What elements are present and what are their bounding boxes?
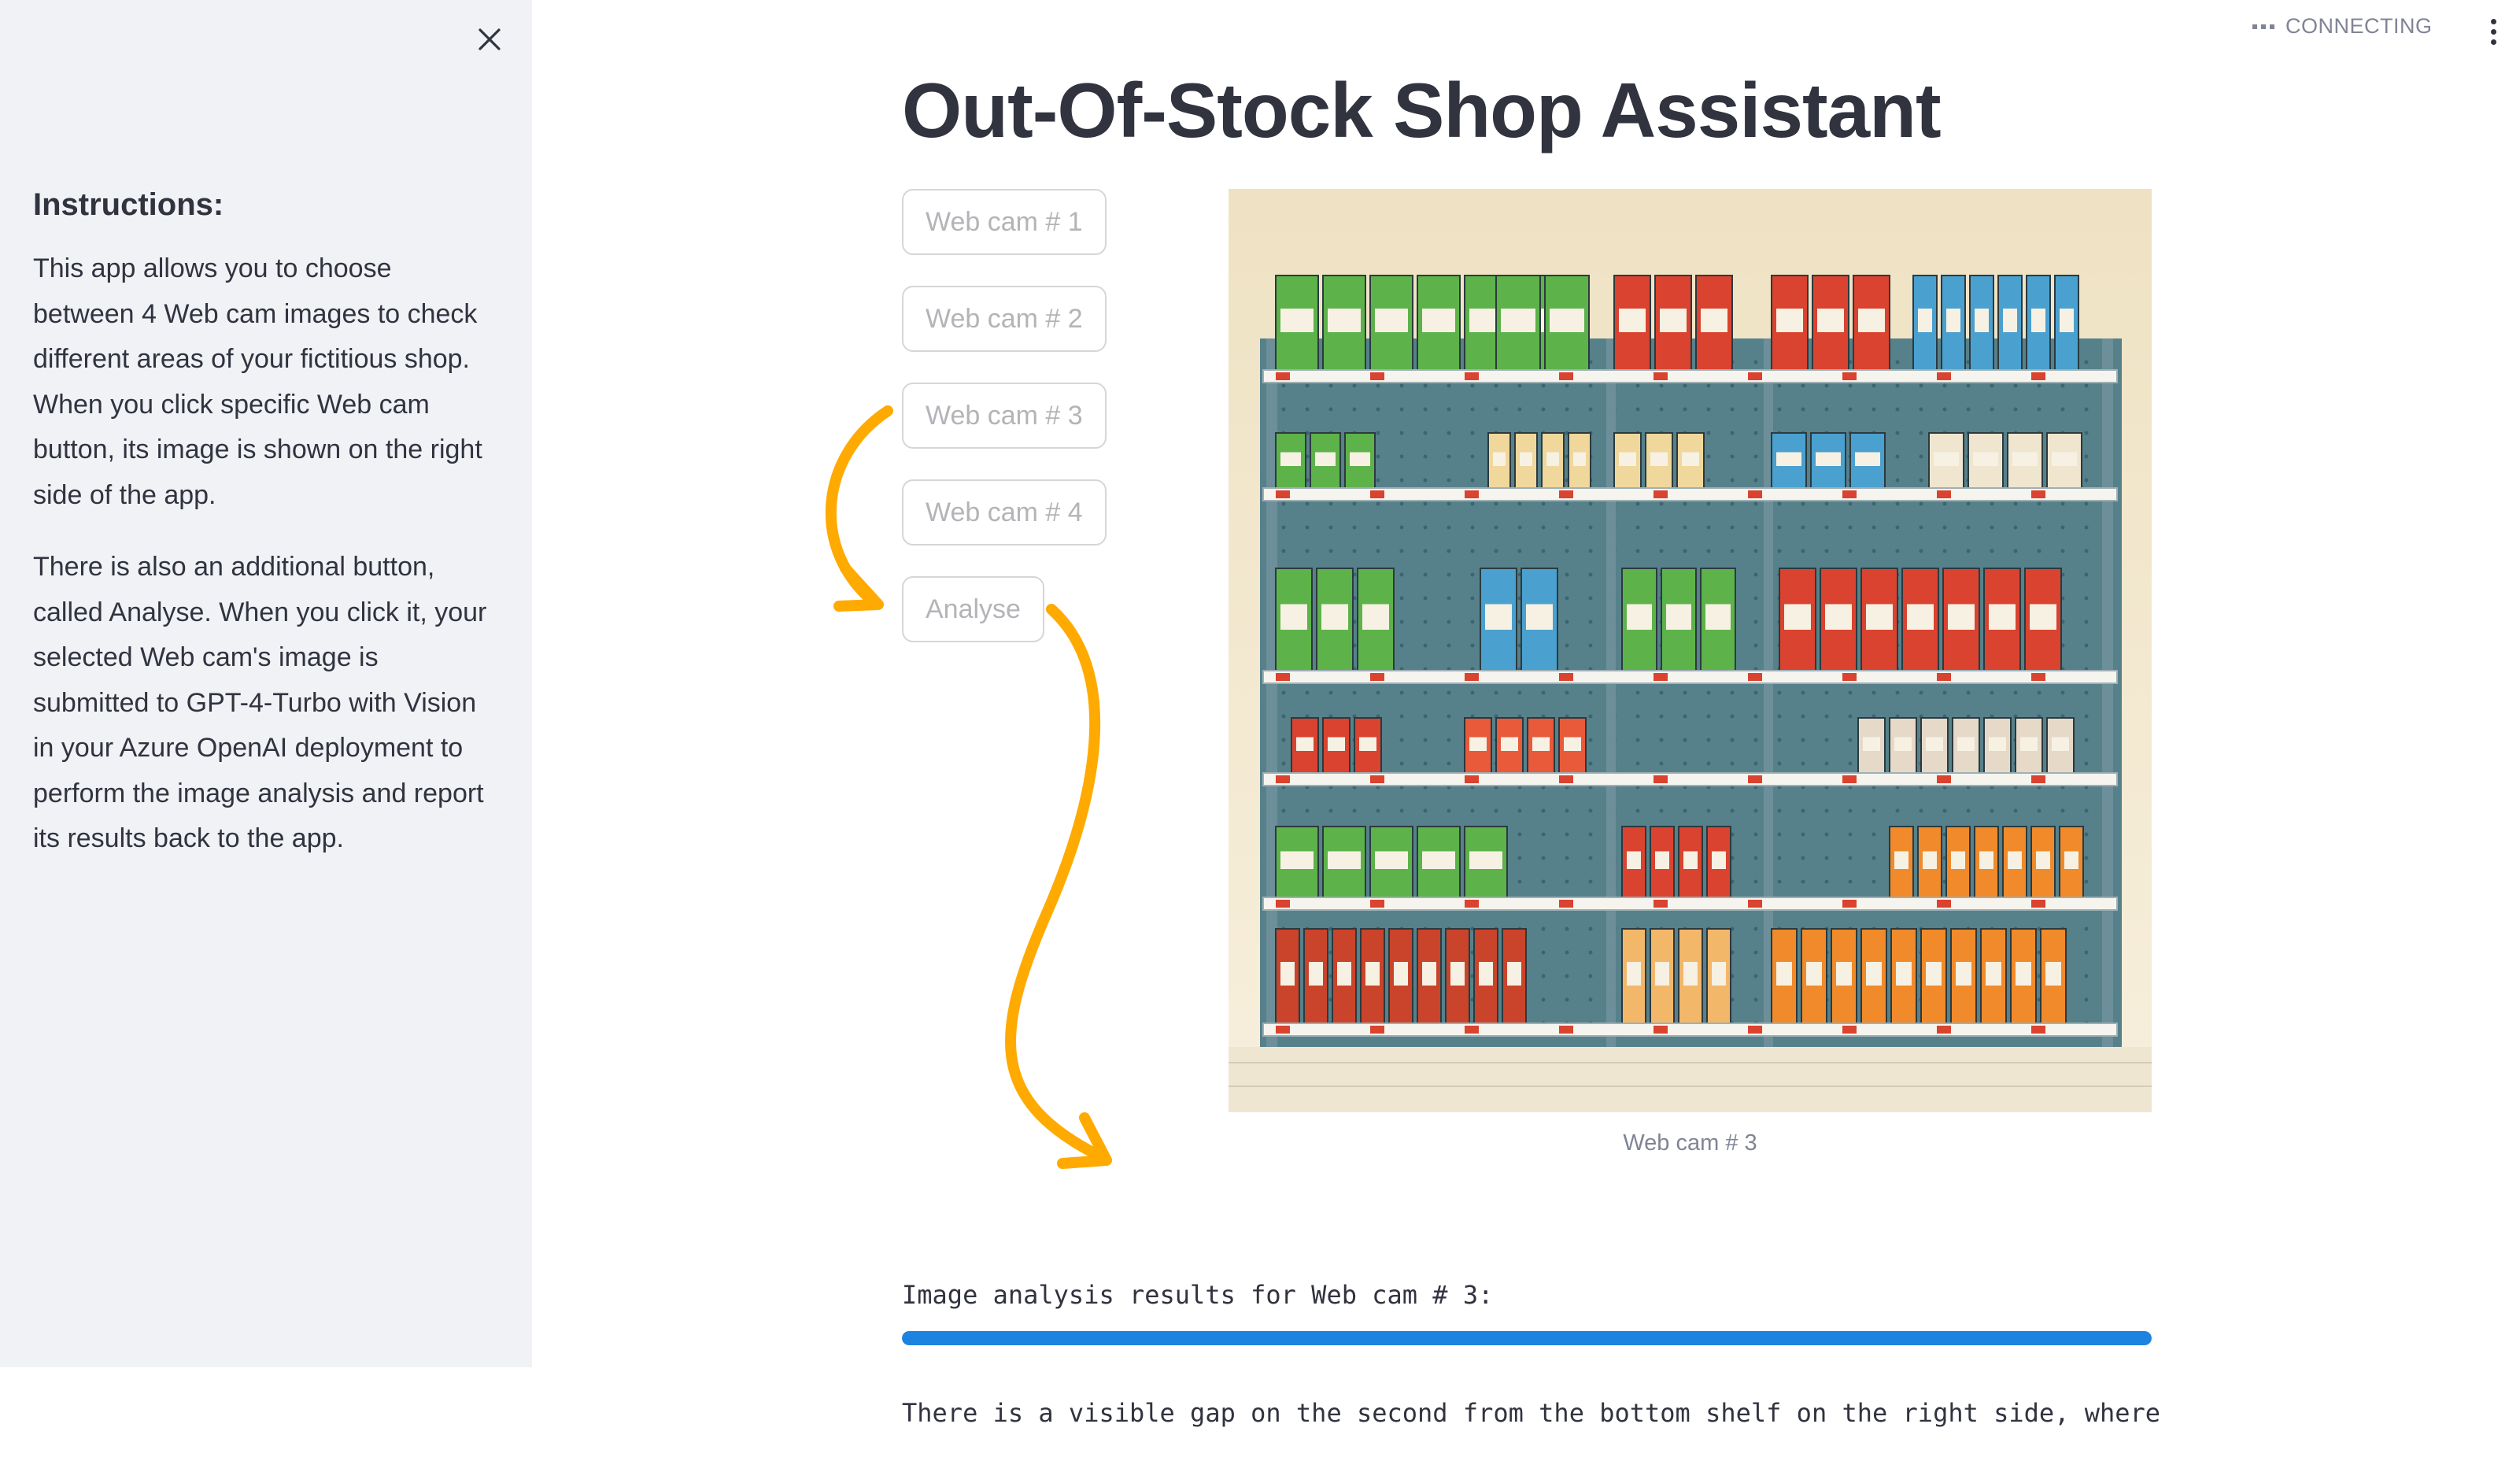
- webcam-1-button[interactable]: Web cam # 1: [902, 189, 1107, 255]
- instructions-paragraph-1: This app allows you to choose between 4 …: [33, 253, 482, 510]
- webcam-4-button[interactable]: Web cam # 4: [902, 479, 1107, 546]
- analyse-button[interactable]: Analyse: [902, 576, 1044, 642]
- webcam-image-caption: Web cam # 3: [1623, 1130, 1757, 1156]
- webcam-2-button[interactable]: Web cam # 2: [902, 286, 1107, 352]
- webcam-image: [1229, 189, 2152, 1112]
- connection-status: CONNECTING: [2252, 14, 2433, 39]
- instructions-heading: Instructions:: [33, 187, 224, 222]
- webcam-3-button[interactable]: Web cam # 3: [902, 383, 1107, 449]
- page-title: Out-Of-Stock Shop Assistant: [902, 67, 1942, 153]
- close-sidebar-button[interactable]: [467, 17, 512, 61]
- results-line-1: Image analysis results for Web cam # 3:: [902, 1280, 1494, 1310]
- arrow-to-analyse-icon: [825, 405, 893, 608]
- progress-bar-fill: [902, 1331, 2152, 1345]
- sidebar: Instructions: This app allows you to cho…: [0, 0, 532, 1367]
- close-icon: [479, 28, 501, 50]
- progress-bar: [902, 1331, 2152, 1345]
- connection-status-label: CONNECTING: [2285, 14, 2433, 38]
- instructions-paragraph-2: There is also an additional button, call…: [33, 552, 487, 853]
- arrow-to-results-icon: [1005, 604, 1107, 1163]
- status-dots-icon: [2252, 24, 2274, 29]
- instructions-panel: Instructions: This app allows you to cho…: [33, 187, 497, 889]
- main-menu-button[interactable]: [2479, 16, 2507, 47]
- arrow-to-results-head-icon: [1057, 1112, 1112, 1169]
- store-shelf-illustration: [1229, 189, 2152, 1112]
- arrow-to-analyse-head-icon: [833, 563, 884, 612]
- results-line-2: There is a visible gap on the second fro…: [902, 1398, 2161, 1428]
